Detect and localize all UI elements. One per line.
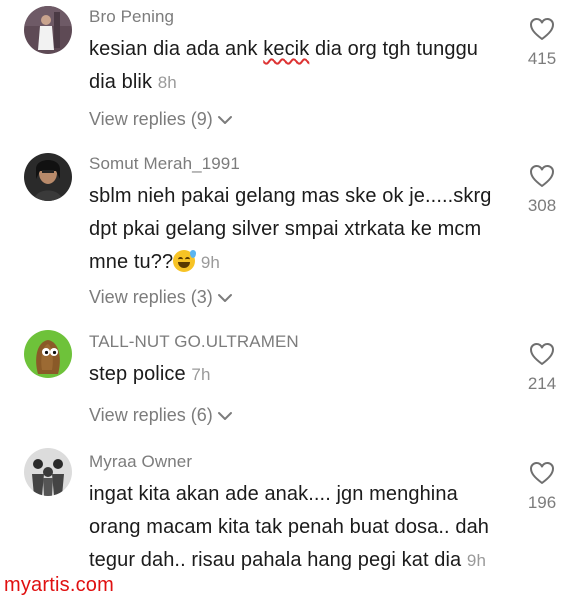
chevron-down-icon bbox=[217, 411, 232, 420]
like-count: 308 bbox=[527, 196, 557, 215]
like-button[interactable]: 415 bbox=[516, 17, 568, 69]
like-button[interactable]: 308 bbox=[516, 164, 568, 216]
comment-text: ingat kita akan ade anak.... jgn menghin… bbox=[89, 478, 509, 577]
heart-icon bbox=[530, 343, 554, 365]
like-count: 196 bbox=[527, 493, 557, 512]
view-replies-label: View replies (9) bbox=[89, 109, 213, 129]
avatar[interactable] bbox=[24, 330, 72, 378]
comment-text-part: ingat kita akan ade anak.... jgn menghin… bbox=[89, 483, 490, 571]
grinning-face-with-sweat-icon bbox=[173, 250, 197, 272]
comment-time: 9h bbox=[466, 551, 487, 570]
comment-time: 8h bbox=[157, 73, 177, 92]
comment-username[interactable]: Bro Pening bbox=[89, 7, 174, 27]
view-replies-label: View replies (3) bbox=[89, 287, 213, 307]
comment-username[interactable]: Somut Merah_1991 bbox=[89, 154, 240, 174]
like-button[interactable]: 214 bbox=[516, 342, 568, 394]
like-count: 214 bbox=[527, 374, 557, 393]
spellcheck-flagged-word: kecik bbox=[263, 38, 310, 60]
view-replies-button[interactable]: View replies (9) bbox=[89, 109, 233, 130]
comment-username[interactable]: TALL-NUT GO.ULTRAMEN bbox=[89, 332, 299, 352]
comment-text-part: kesian dia ada ank bbox=[89, 38, 264, 60]
chevron-down-icon bbox=[217, 115, 232, 124]
comment-time: 9h bbox=[200, 253, 220, 272]
heart-icon bbox=[530, 462, 554, 484]
view-replies-button[interactable]: View replies (3) bbox=[89, 287, 233, 308]
comment-text-part: step police bbox=[89, 363, 186, 385]
comment-text-part: sblm nieh pakai gelang mas ske ok je....… bbox=[89, 185, 492, 273]
comment-text: step police 7h bbox=[89, 358, 494, 391]
heart-icon bbox=[530, 165, 554, 187]
avatar[interactable] bbox=[24, 448, 72, 496]
comment-time: 7h bbox=[191, 365, 211, 384]
view-replies-label: View replies (6) bbox=[89, 405, 213, 425]
avatar[interactable] bbox=[24, 153, 72, 201]
comment-text: sblm nieh pakai gelang mas ske ok je....… bbox=[89, 180, 509, 279]
view-replies-button[interactable]: View replies (6) bbox=[89, 405, 233, 426]
chevron-down-icon bbox=[217, 293, 232, 302]
avatar[interactable] bbox=[24, 6, 72, 54]
like-count: 415 bbox=[527, 49, 557, 68]
comment-text: kesian dia ada ank kecik dia org tgh tun… bbox=[89, 33, 494, 99]
heart-icon bbox=[530, 18, 554, 40]
watermark: myartis.com bbox=[4, 574, 114, 596]
like-button[interactable]: 196 bbox=[516, 461, 568, 513]
comment-username[interactable]: Myraa Owner bbox=[89, 452, 192, 472]
